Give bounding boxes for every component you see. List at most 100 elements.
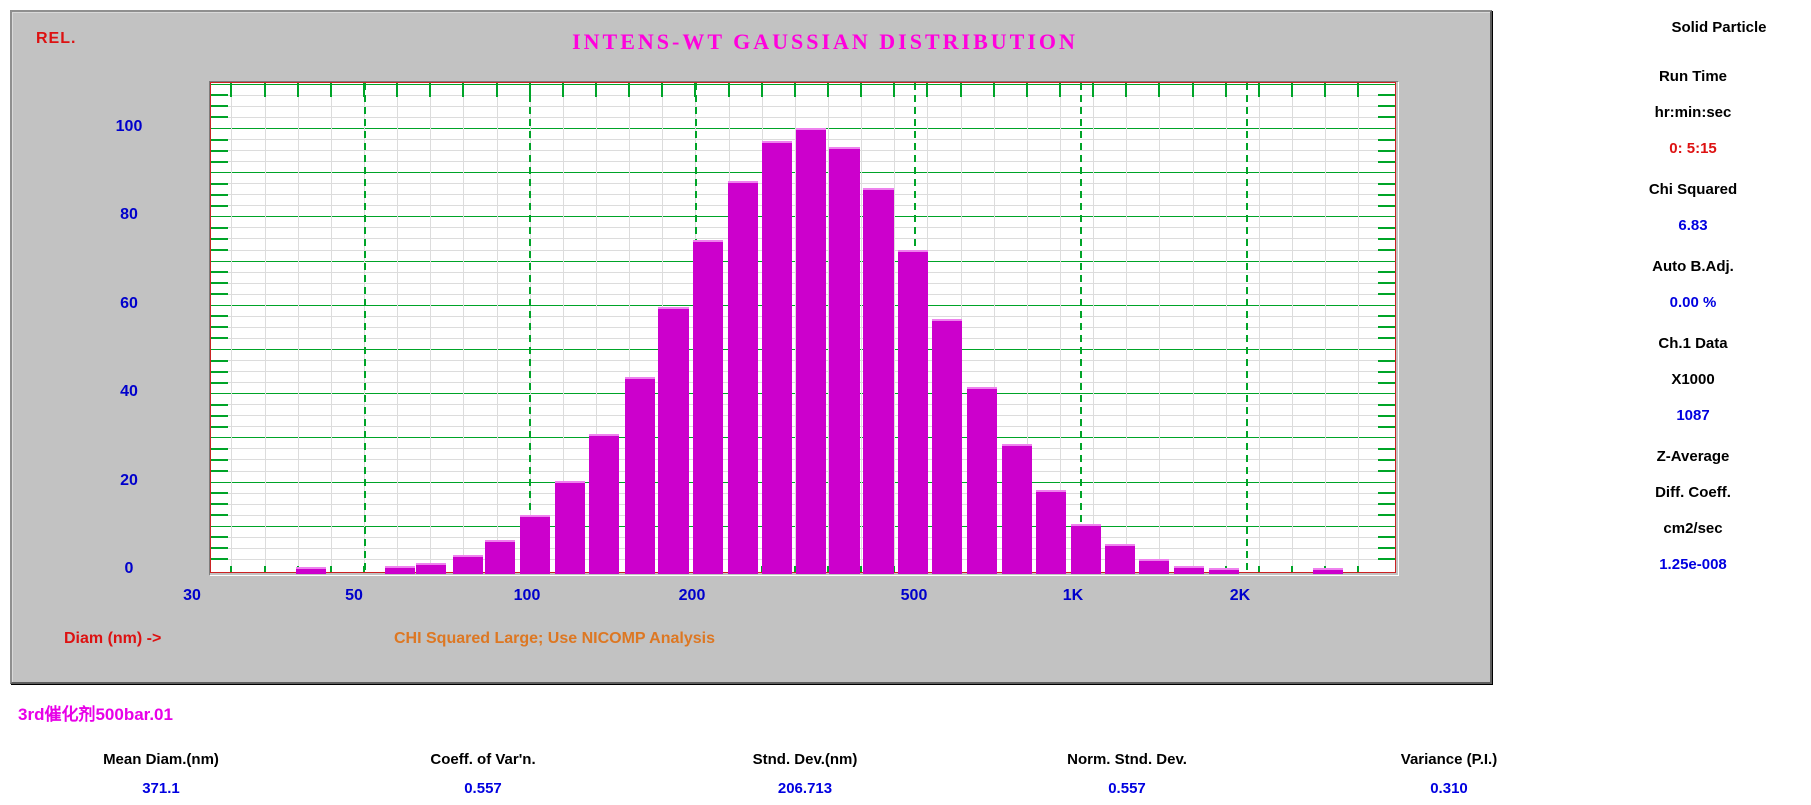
results-group: Z-Average Diff. Coeff. cm2/sec 1.25e-008: [1598, 448, 1788, 577]
results-line: 0: 5:15: [1669, 140, 1717, 157]
y-minor-tick-right: [1378, 160, 1395, 163]
x-minor-tick-bottom: [1357, 566, 1360, 572]
x-minor-tick-top: [1092, 83, 1095, 97]
y-tick-label: 40: [120, 383, 138, 401]
y-minor-tick-right: [1378, 547, 1395, 550]
grid-minor-vline: [297, 83, 299, 572]
y-minor-tick-right: [1378, 359, 1395, 362]
grid-minor-hline: [211, 116, 1395, 118]
y-minor-tick-right: [1378, 414, 1395, 417]
y-minor-tick-right: [1378, 249, 1395, 252]
x-minor-tick-bottom: [860, 566, 863, 572]
x-minor-tick-top: [959, 83, 962, 97]
x-minor-tick-top: [926, 83, 929, 97]
grid-minor-vline: [1325, 83, 1327, 572]
grid-decade-vline: [363, 83, 366, 572]
y-minor-tick-left: [211, 315, 228, 318]
grid-minor-vline: [1258, 83, 1260, 572]
results-line: Z-Average: [1656, 448, 1730, 465]
y-minor-tick-right: [1378, 447, 1395, 450]
x-minor-tick-bottom: [263, 566, 266, 572]
y-minor-tick-left: [211, 326, 228, 329]
y-minor-tick-right: [1378, 138, 1395, 141]
x-minor-tick-top: [1291, 83, 1294, 97]
histogram-bar: [932, 318, 963, 574]
y-minor-tick-left: [211, 381, 228, 384]
grid-minor-vline: [1192, 83, 1194, 572]
results-line: X1000: [1671, 371, 1715, 388]
y-axis-title: REL.: [36, 30, 77, 47]
x-minor-tick-top: [230, 83, 233, 97]
y-minor-tick-right: [1378, 458, 1395, 461]
distribution-panel: REL. INTENS-WT GAUSSIAN DISTRIBUTION Dia…: [10, 10, 1492, 684]
stat-label: Stnd. Dev.(nm): [752, 751, 858, 768]
y-minor-tick-right: [1378, 536, 1395, 539]
results-line: 6.83: [1678, 217, 1708, 234]
y-minor-tick-left: [211, 105, 228, 108]
y-minor-tick-left: [211, 447, 228, 450]
y-minor-tick-left: [211, 514, 228, 517]
y-minor-tick-left: [211, 293, 228, 296]
x-minor-tick-top: [396, 83, 399, 97]
stat-column: Variance (P.I.) 0.310: [1288, 751, 1610, 797]
grid-minor-vline: [1292, 83, 1294, 572]
histogram-bar: [796, 127, 827, 574]
x-tick-label: 2K: [1229, 587, 1251, 604]
y-minor-tick-right: [1378, 503, 1395, 506]
histogram-bar: [967, 386, 998, 574]
histogram-bar: [415, 562, 447, 574]
results-line: Run Time: [1658, 68, 1728, 85]
x-minor-tick-top: [263, 83, 266, 97]
grid-minor-vline: [1126, 83, 1128, 572]
histogram-bar: [385, 566, 416, 574]
x-minor-tick-top: [1158, 83, 1161, 97]
x-minor-tick-top: [462, 83, 465, 97]
x-minor-tick-top: [561, 83, 564, 97]
histogram-bar: [624, 376, 655, 574]
grid-minor-vline: [264, 83, 266, 572]
x-minor-tick-top: [1125, 83, 1128, 97]
y-minor-tick-left: [211, 282, 228, 285]
y-minor-tick-left: [211, 116, 228, 119]
y-minor-tick-right: [1378, 182, 1395, 185]
x-minor-tick-top: [661, 83, 664, 97]
x-minor-tick-top: [793, 83, 796, 97]
y-minor-tick-left: [211, 370, 228, 373]
y-minor-tick-left: [211, 536, 228, 539]
stat-label: Variance (P.I.): [1400, 751, 1498, 768]
x-minor-tick-top: [860, 83, 863, 97]
plot-frame: [209, 81, 1399, 576]
grid-minor-vline: [861, 83, 863, 572]
y-minor-tick-right: [1378, 326, 1395, 329]
stat-label: Coeff. of Var'n.: [430, 751, 536, 768]
y-minor-tick-right: [1378, 105, 1395, 108]
results-group: Solid Particle: [1598, 19, 1788, 40]
grid-minor-vline: [496, 83, 498, 572]
y-minor-tick-right: [1378, 514, 1395, 517]
y-minor-tick-left: [211, 558, 228, 561]
stat-value: 206.713: [777, 780, 833, 797]
histogram-bar: [1071, 524, 1102, 574]
y-minor-tick-left: [211, 226, 228, 229]
x-tick-label: 200: [678, 587, 706, 604]
y-minor-tick-right: [1378, 492, 1395, 495]
y-minor-tick-left: [211, 403, 228, 406]
histogram-bar: [452, 554, 483, 574]
results-line: 1087: [1676, 407, 1710, 424]
y-tick-label: 100: [115, 117, 143, 135]
y-minor-tick-right: [1378, 337, 1395, 340]
histogram-bar: [554, 481, 585, 574]
y-minor-tick-left: [211, 271, 228, 274]
grid-major-hline: [211, 83, 1395, 85]
x-minor-tick-top: [329, 83, 332, 97]
grid-decade-vline: [529, 83, 532, 572]
histogram-bar: [1173, 566, 1204, 574]
x-axis-label: Diam (nm) ->: [64, 630, 162, 647]
x-tick-label: 50: [345, 587, 363, 604]
histogram-bar: [1001, 444, 1032, 574]
results-group: Run Time hr:min:sec 0: 5:15: [1598, 68, 1788, 161]
y-tick-label: 80: [120, 206, 138, 224]
y-tick-label: 0: [124, 560, 134, 577]
grid-minor-vline: [1159, 83, 1161, 572]
histogram-bar: [1139, 558, 1170, 574]
